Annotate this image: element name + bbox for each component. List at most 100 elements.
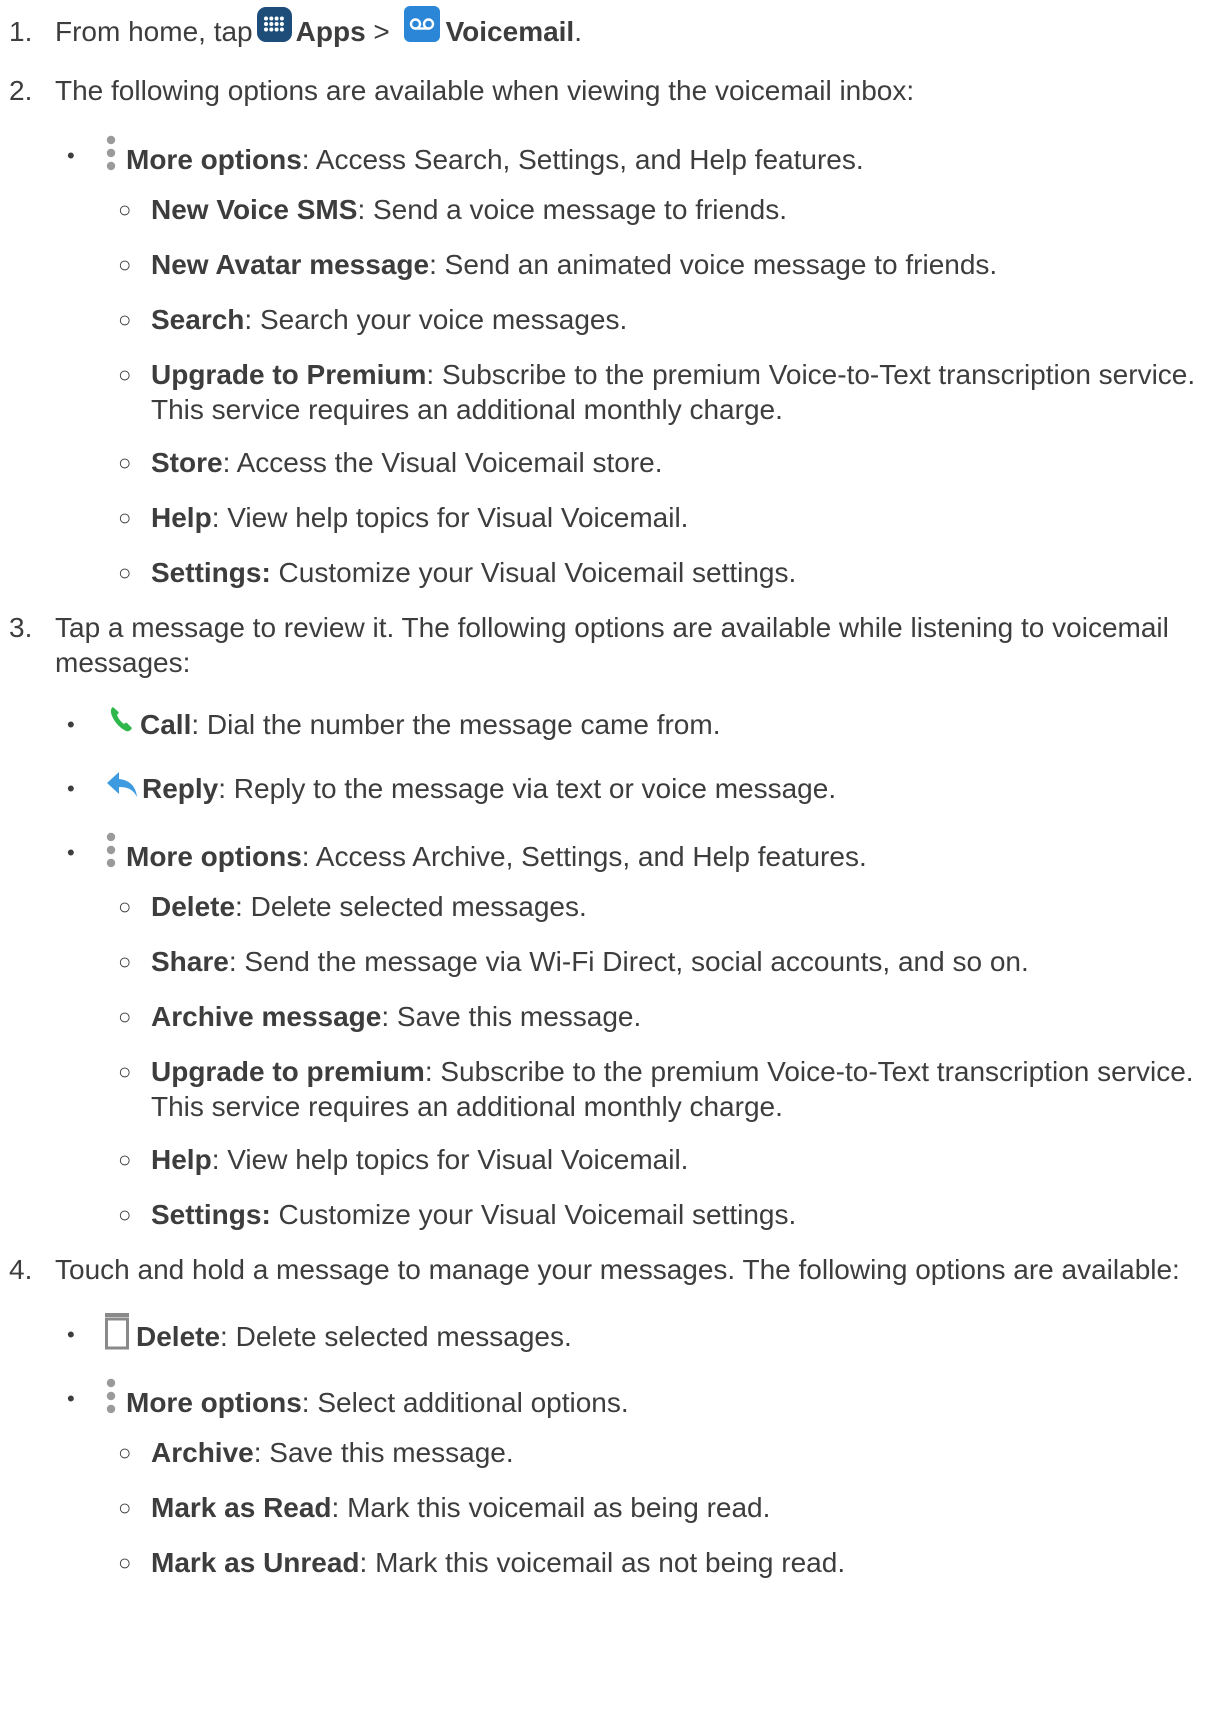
item-desc: Customize your Visual Voicemail settings…: [270, 1199, 797, 1230]
item-desc: : View help topics for Visual Voicemail.: [211, 502, 689, 533]
item-label: More options: [126, 144, 302, 175]
sub-bullet: ○: [118, 1202, 132, 1227]
step-1-text-start: From home, tap: [55, 16, 253, 47]
item-label: Mark as Read: [151, 1492, 332, 1523]
review-option-item: Settings: Customize your Visual Voicemai…: [151, 1197, 796, 1233]
sub-bullet: ○: [118, 1059, 132, 1084]
step-4-number: 4.: [9, 1254, 33, 1285]
sub-bullet: ○: [118, 505, 132, 530]
item-desc: : Dial the number the message came from.: [191, 709, 721, 740]
item-label: Mark as Unread: [151, 1547, 360, 1578]
item-label: Settings:: [151, 1199, 271, 1230]
item-desc-continued: This service requires an additional mont…: [151, 394, 783, 425]
trash-icon: [102, 1311, 132, 1351]
item-desc: : Delete selected messages.: [220, 1321, 572, 1352]
sub-bullet: ○: [118, 1147, 132, 1172]
apps-label: Apps: [295, 16, 366, 47]
item-label: Delete: [136, 1321, 221, 1352]
step-3-text: Tap a message to review it. The followin…: [55, 612, 1169, 643]
item-desc: : Send an animated voice message to frie…: [429, 249, 998, 280]
manage-option-item: Mark as Read: Mark this voicemail as bei…: [151, 1490, 770, 1526]
item-desc: : Delete selected messages.: [235, 891, 587, 922]
item-label: More options: [126, 841, 302, 872]
step-3-text-continued: messages:: [55, 647, 191, 678]
voicemail-instructions: 1. From home, tap Apps > Voicemail. 2. T…: [0, 0, 1228, 1714]
sub-bullet: ○: [118, 197, 132, 222]
reply-icon: [104, 767, 140, 803]
item-desc: : Save this message.: [381, 1001, 642, 1032]
item-desc: : Access Archive, Settings, and Help fea…: [301, 841, 867, 872]
item-label: Upgrade to Premium: [151, 359, 427, 390]
manage-option-item: Archive: Save this message.: [151, 1435, 514, 1471]
item-desc: : Access Search, Settings, and Help feat…: [301, 144, 864, 175]
item-desc: : Search your voice messages.: [244, 304, 628, 335]
item-desc: : Access the Visual Voicemail store.: [222, 447, 663, 478]
step-2-number: 2.: [9, 75, 33, 106]
sub-bullet: ○: [118, 560, 132, 585]
delete-item: Delete: Delete selected messages.: [102, 1313, 572, 1357]
review-option-item: Delete: Delete selected messages.: [151, 889, 587, 925]
item-label: Help: [151, 502, 212, 533]
sub-bullet: ○: [118, 1004, 132, 1029]
bullet: •: [67, 712, 75, 737]
item-label: Share: [151, 946, 229, 977]
item-label: Archive: [151, 1437, 254, 1468]
item-label: Help: [151, 1144, 212, 1175]
menu-separator: >: [365, 16, 398, 47]
item-label: Store: [151, 447, 223, 478]
bullet: •: [67, 1386, 75, 1411]
sub-bullet: ○: [118, 1440, 132, 1465]
item-desc: : Send a voice message to friends.: [357, 194, 788, 225]
review-more-options-item: More options: Access Archive, Settings, …: [104, 832, 867, 879]
item-label: New Avatar message: [151, 249, 430, 280]
step-2-text: The following options are available when…: [55, 75, 915, 106]
inbox-option-item: Settings: Customize your Visual Voicemai…: [151, 555, 796, 591]
item-label: New Voice SMS: [151, 194, 358, 225]
inbox-option-item: Help: View help topics for Visual Voicem…: [151, 500, 688, 536]
phone-icon: [106, 701, 136, 737]
step-4-text: Touch and hold a message to manage your …: [55, 1254, 1180, 1285]
sub-bullet: ○: [118, 252, 132, 277]
reply-item: Reply: Reply to the message via text or …: [104, 771, 836, 807]
sub-bullet: ○: [118, 362, 132, 387]
review-option-item: Upgrade to premium: Subscribe to the pre…: [151, 1054, 1194, 1090]
bullet: •: [67, 840, 75, 865]
item-label: Archive message: [151, 1001, 382, 1032]
item-desc: Customize your Visual Voicemail settings…: [270, 557, 797, 588]
sub-bullet: ○: [118, 450, 132, 475]
voicemail-icon: [403, 6, 440, 42]
item-desc: : Reply to the message via text or voice…: [218, 773, 837, 804]
review-option-item: Help: View help topics for Visual Voicem…: [151, 1142, 688, 1178]
item-desc: : Select additional options.: [301, 1387, 629, 1418]
review-option-item: Share: Send the message via Wi-Fi Direct…: [151, 944, 1029, 980]
more-options-icon: [104, 132, 118, 176]
inbox-option-item: Store: Access the Visual Voicemail store…: [151, 445, 663, 481]
call-item: Call: Dial the number the message came f…: [106, 707, 720, 743]
item-desc: : Mark this voicemail as not being read.: [359, 1547, 846, 1578]
apps-grid-icon: [256, 6, 292, 42]
more-options-icon: [104, 829, 118, 873]
voicemail-label: Voicemail: [445, 16, 575, 47]
item-desc: : Mark this voicemail as being read.: [331, 1492, 771, 1523]
inbox-option-item: New Voice SMS: Send a voice message to f…: [151, 192, 787, 228]
inbox-more-options-item: More options: Access Search, Settings, a…: [104, 135, 864, 182]
step-3-number: 3.: [9, 612, 33, 643]
sub-bullet: ○: [118, 1550, 132, 1575]
item-label: Reply: [142, 773, 219, 804]
item-desc: : Save this message.: [253, 1437, 514, 1468]
step-1-period: .: [574, 16, 582, 47]
sub-bullet: ○: [118, 1495, 132, 1520]
item-label: Delete: [151, 891, 236, 922]
inbox-option-item: New Avatar message: Send an animated voi…: [151, 247, 997, 283]
item-desc-continued: This service requires an additional mont…: [151, 1091, 783, 1122]
sub-bullet: ○: [118, 949, 132, 974]
item-desc: : View help topics for Visual Voicemail.: [211, 1144, 689, 1175]
item-label: Settings:: [151, 557, 271, 588]
step-1-number: 1.: [9, 16, 33, 47]
sub-bullet: ○: [118, 894, 132, 919]
item-label: Search: [151, 304, 245, 335]
item-label: Upgrade to premium: [151, 1056, 425, 1087]
more-options-icon: [104, 1375, 118, 1419]
inbox-option-item: Upgrade to Premium: Subscribe to the pre…: [151, 357, 1195, 393]
bullet: •: [67, 1322, 75, 1347]
